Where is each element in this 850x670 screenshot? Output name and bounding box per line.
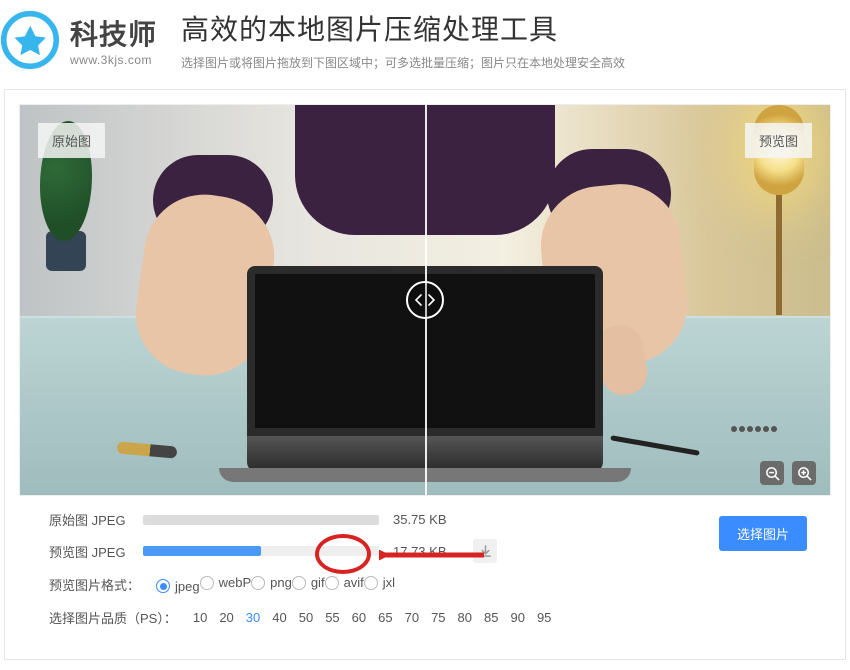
quality-label: 选择图片品质（PS）：: [49, 608, 177, 627]
original-size-row: 原始图 JPEG 35.75 KB: [49, 510, 807, 529]
format-label: 预览图片格式：: [49, 575, 140, 594]
options-panel: 预览图片格式： jpegwebPpnggifavifjxl 选择图片品质（PS）…: [49, 575, 807, 627]
quality-option-95[interactable]: 95: [537, 610, 551, 625]
page-subtitle: 选择图片或将图片拖放到下图区域中；可多选批量压缩；图片只在本地处理安全高效: [181, 54, 625, 71]
quality-option-65[interactable]: 65: [378, 610, 392, 625]
preview-size-row: 预览图 JPEG 17.73 KB: [49, 539, 807, 563]
site-logo: [0, 10, 60, 70]
quality-option-20[interactable]: 20: [219, 610, 233, 625]
format-option-jpeg[interactable]: jpeg: [156, 579, 200, 594]
original-badge: 原始图: [38, 123, 105, 158]
size-stats: 原始图 JPEG 35.75 KB 预览图 JPEG 17.73 KB 选择图片: [49, 510, 807, 563]
quality-option-80[interactable]: 80: [458, 610, 472, 625]
quality-option-75[interactable]: 75: [431, 610, 445, 625]
image-compare-area[interactable]: 原始图 预览图: [19, 104, 831, 496]
quality-row: 选择图片品质（PS）： 10 20 30 40 50 55 60 65 70 75 80 85 90 95: [49, 608, 807, 627]
zoom-controls: [760, 461, 816, 485]
download-button[interactable]: [473, 539, 497, 563]
compressor-card: 原始图 预览图 原始图 JPEG 35.75 KB 预览图 JPEG 17.73…: [4, 89, 846, 660]
quality-option-70[interactable]: 70: [405, 610, 419, 625]
original-size-bar: [143, 515, 379, 525]
format-option-png[interactable]: png: [251, 575, 292, 590]
original-size-value: 35.75 KB: [393, 512, 459, 527]
compare-slider-handle[interactable]: [406, 281, 444, 319]
preview-size-fill: [143, 546, 261, 556]
site-name: 科技师: [70, 13, 157, 53]
site-url: www.3kjs.com: [70, 53, 157, 67]
format-option-webp[interactable]: webP: [200, 575, 252, 590]
quality-option-50[interactable]: 50: [299, 610, 313, 625]
quality-option-30[interactable]: 30: [246, 610, 260, 625]
preview-size-bar: [143, 546, 379, 556]
format-option-avif[interactable]: avif: [325, 575, 364, 590]
preview-size-label: 预览图 JPEG: [49, 542, 129, 561]
format-row: 预览图片格式： jpegwebPpnggifavifjxl: [49, 575, 807, 594]
site-logo-text: 科技师 www.3kjs.com: [70, 13, 157, 67]
zoom-in-button[interactable]: [792, 461, 816, 485]
zoom-out-button[interactable]: [760, 461, 784, 485]
download-icon: [479, 545, 492, 558]
format-option-jxl[interactable]: jxl: [364, 575, 395, 590]
quality-option-90[interactable]: 90: [510, 610, 524, 625]
original-size-label: 原始图 JPEG: [49, 510, 129, 529]
quality-option-40[interactable]: 40: [272, 610, 286, 625]
original-size-fill: [143, 515, 379, 525]
preview-size-value: 17.73 KB: [393, 544, 459, 559]
page-header: 科技师 www.3kjs.com 高效的本地图片压缩处理工具 选择图片或将图片拖…: [0, 0, 850, 89]
preview-badge: 预览图: [745, 123, 812, 158]
quality-option-55[interactable]: 55: [325, 610, 339, 625]
format-option-gif[interactable]: gif: [292, 575, 325, 590]
title-block: 高效的本地图片压缩处理工具 选择图片或将图片拖放到下图区域中；可多选批量压缩；图…: [181, 8, 625, 71]
quality-option-85[interactable]: 85: [484, 610, 498, 625]
quality-option-10[interactable]: 10: [193, 610, 207, 625]
page-title: 高效的本地图片压缩处理工具: [181, 8, 625, 48]
select-image-button[interactable]: 选择图片: [719, 516, 807, 551]
quality-option-60[interactable]: 60: [352, 610, 366, 625]
